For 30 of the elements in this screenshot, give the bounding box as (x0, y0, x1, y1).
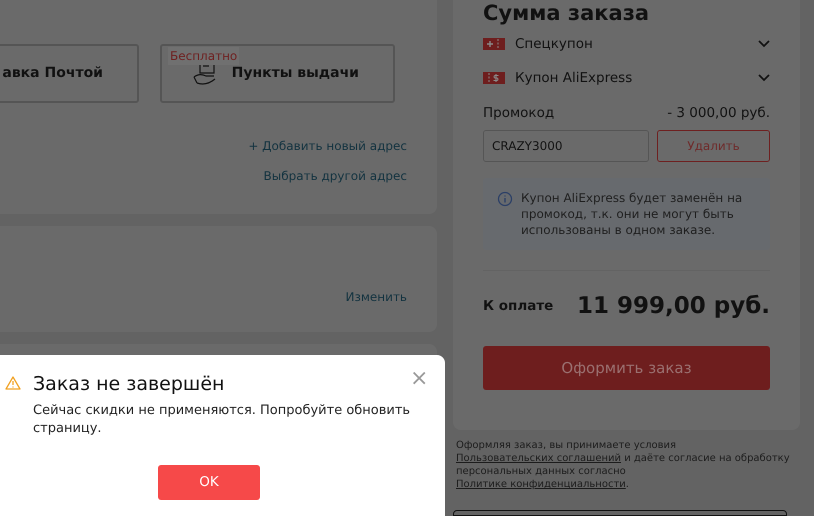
info-icon (497, 190, 513, 207)
chevron-icon (758, 40, 770, 48)
delivery-option[interactable]: Бесплатно Пункты выдачи (160, 44, 395, 103)
legal-link[interactable]: Пользовательских соглашений (456, 453, 622, 464)
coupon-icon (483, 38, 505, 50)
legal-link[interactable]: Политике конфиденциальности (456, 479, 626, 490)
total-amount: 11 999,00 руб. (576, 292, 770, 321)
promo-discount: - 3 000,00 руб. (667, 104, 770, 122)
address-link[interactable]: Выбрать другой адрес (264, 167, 407, 185)
coupon-row[interactable]: Спецкупон (483, 34, 770, 54)
summary-title: Сумма заказа (483, 0, 650, 26)
ok-button[interactable]: OK (158, 465, 260, 500)
remove-button[interactable]: Удалить (657, 130, 770, 162)
change-link[interactable]: Изменить (346, 288, 407, 306)
close-button[interactable]: × (410, 367, 428, 391)
free-badge: Бесплатно (168, 47, 240, 65)
chevron-icon (758, 74, 770, 82)
address-link[interactable]: + Добавить новый адрес (248, 137, 407, 155)
promo-label: Промокод (483, 104, 554, 122)
dialog-title: Заказ не завершён (33, 372, 224, 397)
notice-text: Купон AliExpress будет заменён на промокод, т.к. они не могут быть использованы в одном заказе. (521, 190, 744, 238)
warning-icon (5, 376, 21, 390)
legal-text: Оформляя заказ, вы принимаете условия Пользовательских соглашений и даёте согласие на обработку персональных данных согласно Политике конфиденциальности. (455, 439, 791, 491)
checkout-button[interactable]: Оформить заказ (483, 346, 770, 390)
total-label: К оплате (483, 296, 554, 316)
delivery-option[interactable]: авка Почтой (0, 44, 139, 103)
dialog-message: Сейчас скидки не применяются. Попробуйте обновить страницу. (33, 402, 412, 438)
coupon-icon (483, 72, 505, 84)
coupon-row[interactable]: Купон AliExpress (483, 68, 770, 88)
promo-input[interactable]: CRAZY3000 (483, 130, 649, 162)
